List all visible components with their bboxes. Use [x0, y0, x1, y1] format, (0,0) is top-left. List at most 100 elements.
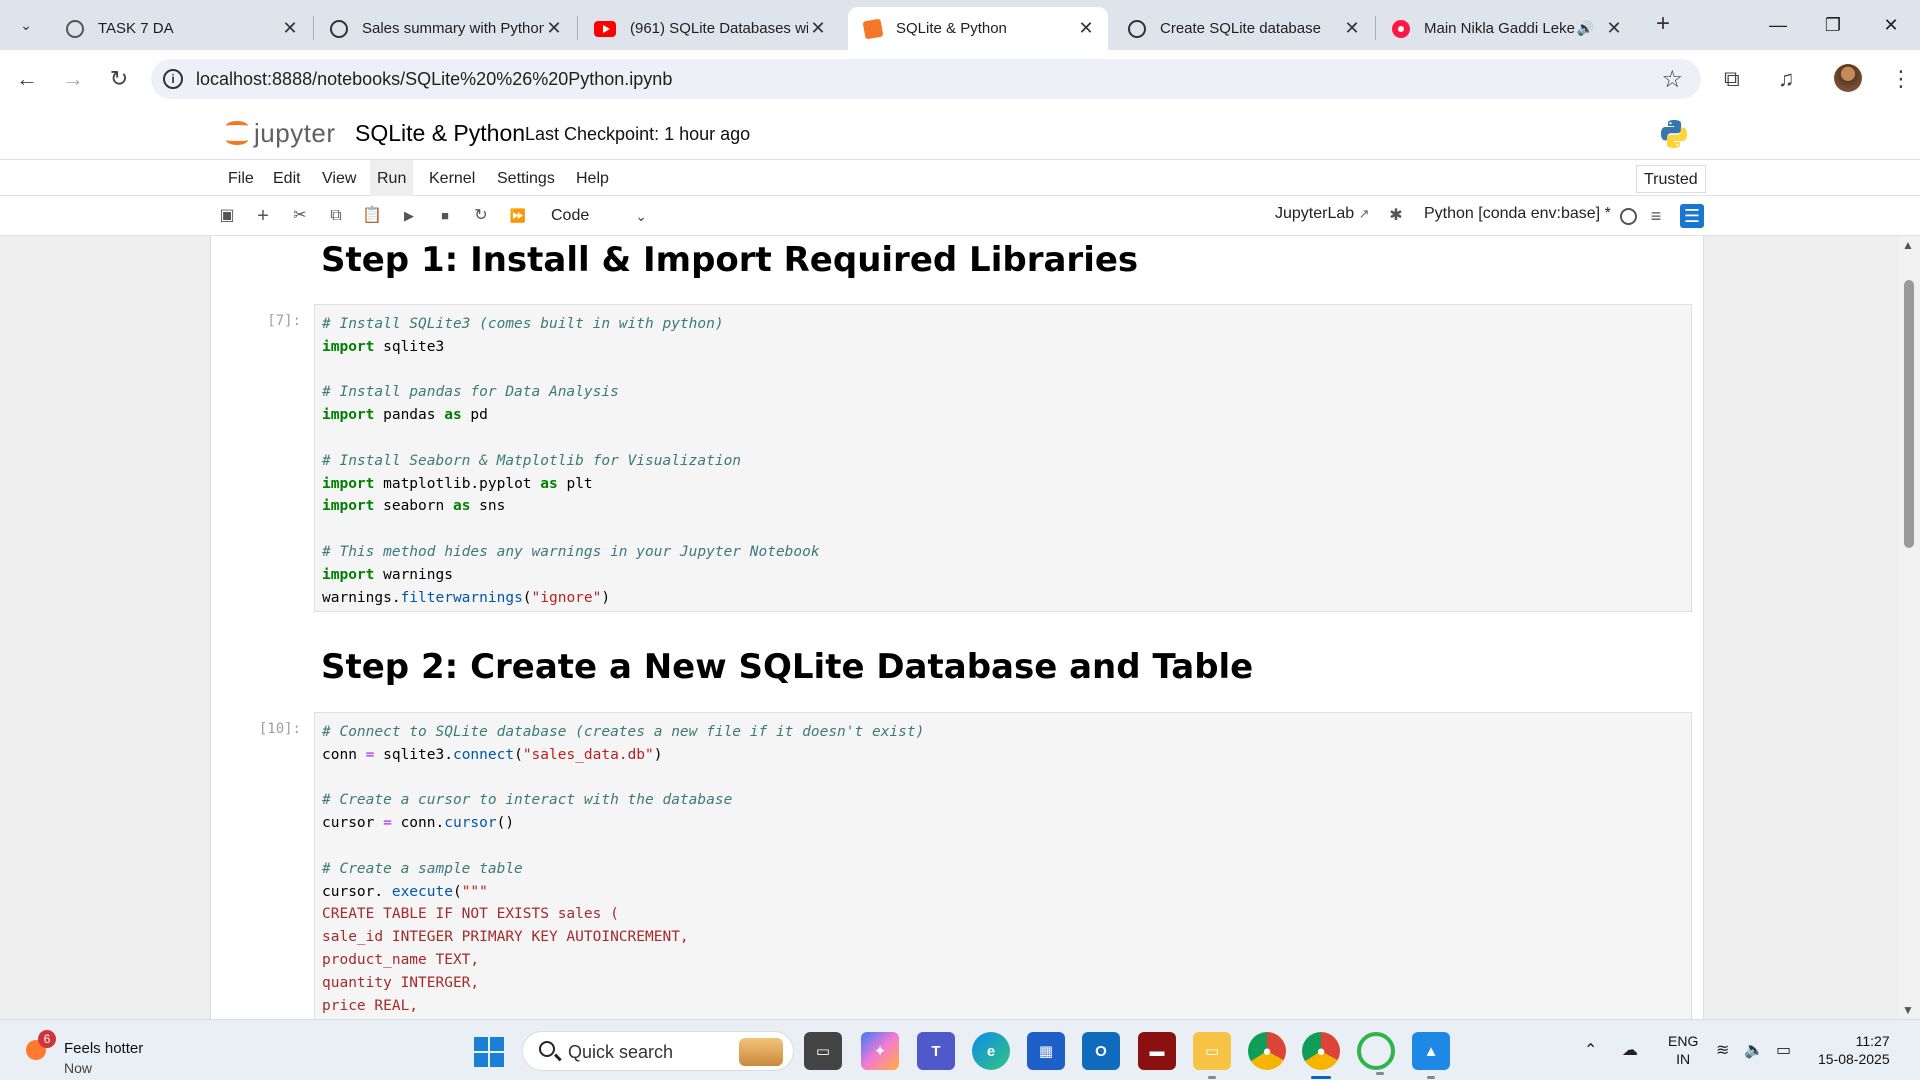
stop-square-icon[interactable]: ■: [433, 204, 457, 228]
close-icon[interactable]: ✕: [544, 18, 564, 39]
kernel-name[interactable]: Python [conda env:base] *: [1424, 205, 1611, 223]
chrome-menu-icon[interactable]: ⋮: [1890, 66, 1912, 92]
run-play-icon[interactable]: ▶: [397, 204, 421, 228]
kernel-idle-status-icon: [1620, 208, 1637, 225]
tab-title: (961) SQLite Databases with Python: [630, 20, 808, 37]
copy-icon[interactable]: ⧉: [324, 204, 348, 228]
forward-arrow-icon[interactable]: →: [58, 64, 88, 94]
window-close-icon[interactable]: ✕: [1868, 10, 1914, 40]
execution-count-prompt: [7]:: [267, 313, 301, 329]
tab-title: Create SQLite database: [1160, 20, 1321, 37]
close-icon[interactable]: ✕: [1076, 18, 1096, 39]
minimize-icon[interactable]: —: [1755, 10, 1801, 40]
tab-search-chevron-icon[interactable]: ⌄: [10, 10, 42, 40]
profile-avatar[interactable]: [1834, 64, 1862, 92]
tab-sales-summary[interactable]: Sales summary with Python ✕: [314, 7, 576, 50]
language-indicator[interactable]: ENG IN: [1668, 1032, 1698, 1068]
menu-view[interactable]: View: [315, 160, 363, 196]
weather-badge: 6: [38, 1030, 56, 1048]
chrome-profile-icon[interactable]: ●: [1302, 1032, 1340, 1079]
tab-music[interactable]: Main Nikla Gaddi Leke 🔊 ✕: [1376, 7, 1636, 50]
task-view-icon[interactable]: ▭: [804, 1032, 842, 1070]
clock-time: 11:27: [1855, 1033, 1890, 1049]
youtube-icon: [594, 20, 616, 37]
open-jupyterlab-link[interactable]: JupyterLab ↗: [1275, 205, 1370, 223]
restart-kernel-icon[interactable]: ↻: [469, 204, 493, 228]
taskbar-search[interactable]: Quick search: [522, 1031, 794, 1071]
tab-task-7-da[interactable]: TASK 7 DA ✕: [50, 7, 312, 50]
loading-app-icon[interactable]: [1357, 1032, 1395, 1075]
tab-title: Sales summary with Python: [362, 20, 544, 37]
file-explorer-icon[interactable]: ▭: [1193, 1032, 1231, 1079]
menu-edit[interactable]: Edit: [266, 160, 308, 196]
extensions-puzzle-icon[interactable]: ⧉: [1724, 66, 1740, 92]
restart-run-all-icon[interactable]: ⏩: [506, 204, 530, 228]
url-text[interactable]: localhost:8888/notebooks/SQLite%20%26%20…: [196, 69, 672, 90]
menu-settings[interactable]: Settings: [490, 160, 562, 196]
code-cell-create-table[interactable]: # Connect to SQLite database (creates a …: [314, 712, 1692, 1019]
tab-youtube-sqlite[interactable]: (961) SQLite Databases with Python ✕: [578, 7, 840, 50]
paste-clipboard-icon[interactable]: 📋: [360, 204, 384, 228]
cut-scissors-icon[interactable]: ✂: [288, 204, 312, 228]
system-clock[interactable]: 11:27 15-08-2025: [1818, 1032, 1890, 1068]
notebook-title[interactable]: SQLite & Python: [355, 120, 525, 147]
photos-icon[interactable]: ▲: [1412, 1032, 1450, 1079]
new-tab-plus-icon[interactable]: +: [1648, 12, 1678, 38]
volume-icon[interactable]: 🔈: [1744, 1040, 1764, 1060]
browser-toolbar: ← → ↻ i localhost:8888/notebooks/SQLite%…: [0, 50, 1920, 108]
save-icon[interactable]: ▣: [215, 204, 239, 228]
menu-help[interactable]: Help: [569, 160, 616, 196]
close-icon[interactable]: ✕: [1604, 18, 1624, 39]
weather-widget[interactable]: 6 Feels hotter Now: [22, 1030, 172, 1076]
onedrive-icon[interactable]: ☁: [1622, 1040, 1638, 1060]
show-hidden-icons-chevron-icon[interactable]: ⌃: [1584, 1040, 1597, 1060]
markdown-heading-step2[interactable]: Step 2: Create a New SQLite Database and…: [321, 647, 1253, 687]
media-control-icon[interactable]: ♫: [1778, 66, 1795, 92]
jupyter-menubar: File Edit View Run Kernel Settings Help …: [0, 160, 1920, 196]
table-of-contents-icon[interactable]: ≡: [1644, 204, 1668, 228]
close-icon[interactable]: ✕: [1342, 18, 1362, 39]
red-app-icon[interactable]: ▬: [1138, 1032, 1176, 1070]
add-cell-plus-icon[interactable]: +: [251, 204, 275, 228]
close-icon[interactable]: ✕: [280, 18, 300, 39]
speaker-icon[interactable]: 🔊: [1577, 20, 1594, 37]
python-kernel-logo-icon: [1661, 120, 1687, 148]
menu-file[interactable]: File: [221, 160, 261, 196]
teams-icon[interactable]: T: [917, 1032, 955, 1070]
copilot-icon[interactable]: ✦: [861, 1032, 899, 1070]
scrollbar-thumb[interactable]: [1904, 280, 1914, 548]
restore-icon[interactable]: ❐: [1810, 10, 1856, 40]
execution-count-prompt: [10]:: [258, 721, 301, 737]
close-icon[interactable]: ✕: [808, 18, 828, 39]
tab-create-sqlite[interactable]: Create SQLite database ✕: [1112, 7, 1374, 50]
scroll-down-arrow-icon[interactable]: ▼: [1902, 1003, 1914, 1017]
tab-title: Main Nikla Gaddi Leke: [1424, 20, 1575, 37]
tab-sqlite-python[interactable]: SQLite & Python ✕: [848, 7, 1108, 50]
menu-kernel[interactable]: Kernel: [422, 160, 482, 196]
weather-subtext: Now: [64, 1060, 93, 1076]
jupyter-logo-text: jupyter: [254, 118, 336, 148]
windows-start-icon[interactable]: [474, 1037, 504, 1067]
markdown-heading-step1[interactable]: Step 1: Install & Import Required Librar…: [321, 240, 1138, 280]
cell-type-select[interactable]: Code ⌄: [545, 204, 655, 228]
battery-icon[interactable]: ▭: [1776, 1040, 1791, 1060]
edge-icon[interactable]: e: [972, 1032, 1010, 1070]
scroll-up-arrow-icon[interactable]: ▲: [1902, 238, 1914, 252]
microsoft-store-icon[interactable]: ▦: [1027, 1032, 1065, 1070]
bookmark-star-icon[interactable]: ☆: [1661, 65, 1683, 94]
debugger-bug-icon[interactable]: ✱: [1384, 204, 1408, 228]
property-inspector-icon[interactable]: ☰: [1680, 204, 1704, 228]
reload-icon[interactable]: ↻: [104, 64, 134, 94]
jupyter-logo[interactable]: jupyter: [224, 118, 336, 149]
menu-run[interactable]: Run: [370, 160, 414, 196]
code-cell-imports[interactable]: # Install SQLite3 (comes built in with p…: [314, 304, 1692, 612]
last-checkpoint: Last Checkpoint: 1 hour ago: [525, 124, 751, 144]
wifi-icon[interactable]: ≋: [1716, 1040, 1729, 1060]
notebook-scrollbar[interactable]: ▲ ▼: [1898, 236, 1920, 1019]
trusted-indicator[interactable]: Trusted: [1636, 165, 1706, 193]
chrome-icon[interactable]: ●: [1248, 1032, 1286, 1070]
site-info-icon[interactable]: i: [163, 69, 183, 89]
address-bar[interactable]: i localhost:8888/notebooks/SQLite%20%26%…: [151, 59, 1701, 99]
back-arrow-icon[interactable]: ←: [12, 64, 42, 94]
outlook-icon[interactable]: O: [1082, 1032, 1120, 1070]
